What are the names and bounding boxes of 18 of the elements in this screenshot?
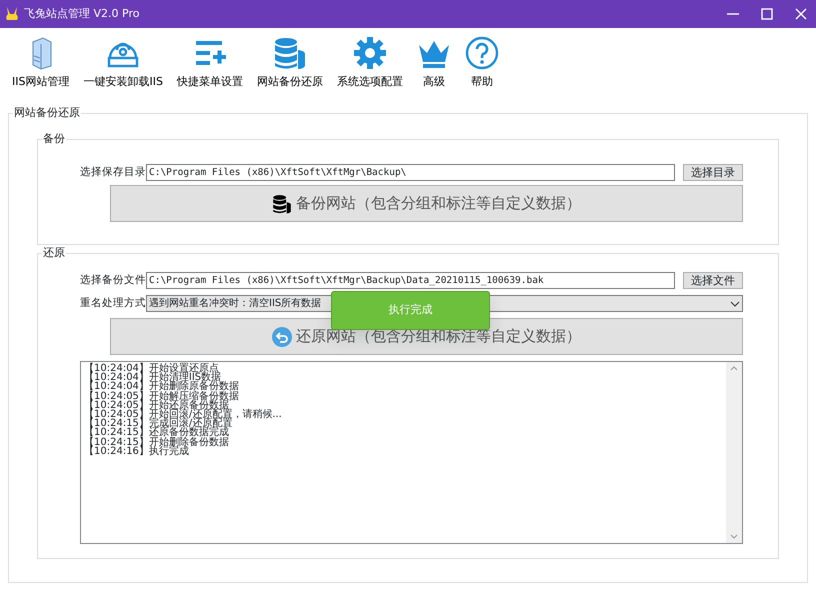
log-line: 【10:24:05】开始还原备份数据 [84,400,229,410]
log-line: 【10:24:15】开始删除备份数据 [84,438,230,447]
log-line: 【10:24:16】执行完成 [84,446,189,456]
log-line: 【10:24:05】开始解压缩备份数据 [84,392,240,401]
log-line: 【10:24:04】开始清理IIS数据 [84,373,222,382]
log-line: 【10:24:04】开始删除原备份数据 [84,382,240,392]
log-line: 【10:24:15】完成回滚/还原配置 [84,419,234,428]
field-label: 选择备份文件 [80,272,146,288]
log-line: 【10:24:05】开始回滚/还原配置，请稍候... [84,410,283,420]
group-title: 还原 [42,246,66,260]
done-toast: 执行完成 [331,291,490,330]
group-title: 网站备份还原 [13,106,81,120]
field-label: 重名处理方式 [80,296,146,311]
log-line: 【10:24:04】开始设置还原点 [84,364,219,374]
window-title: 飞兔站点管理 V2.0 Pro [24,6,140,22]
log-line: 【10:24:15】还原备份数据完成 [84,428,229,438]
group-title: 备份 [42,132,66,146]
field-label: 选择保存目录 [80,164,146,180]
